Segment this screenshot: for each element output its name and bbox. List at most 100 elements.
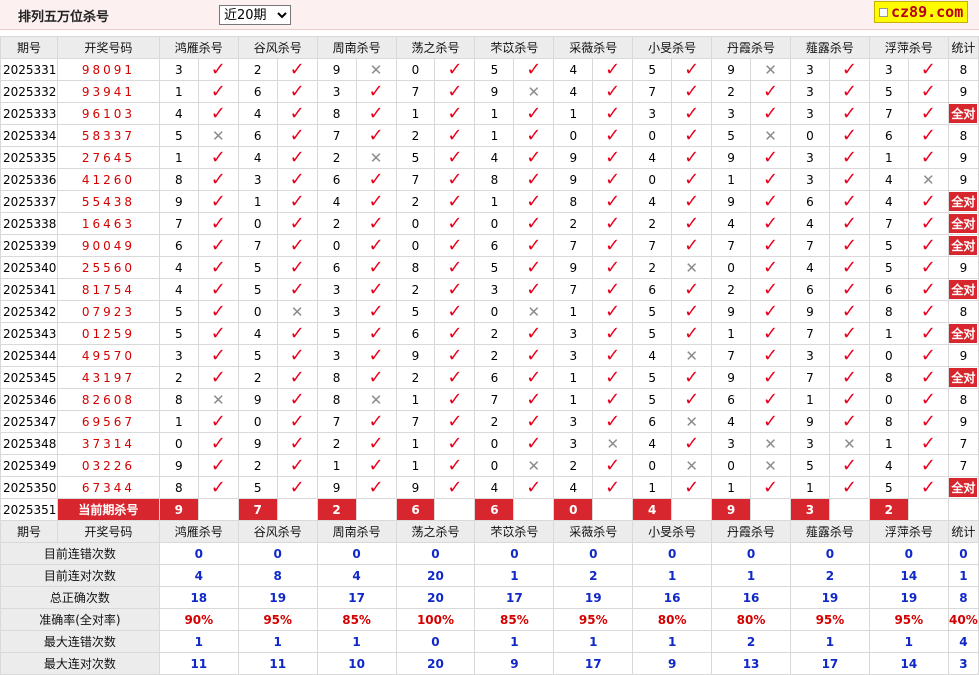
stats-value: 13 bbox=[711, 652, 791, 675]
pick-cell: 7 bbox=[632, 80, 673, 103]
correct-mark-cell: ✓ bbox=[197, 300, 239, 323]
check-icon: ✓ bbox=[605, 366, 621, 388]
cross-icon: ✕ bbox=[211, 126, 225, 145]
stats-value: 1 bbox=[711, 564, 791, 587]
total-count: 9 bbox=[959, 172, 968, 187]
check-icon: ✓ bbox=[447, 300, 463, 322]
correct-mark-cell: ✓ bbox=[828, 58, 870, 81]
stats-value: 95% bbox=[789, 608, 870, 631]
check-icon: ✓ bbox=[447, 234, 463, 256]
check-icon: ✓ bbox=[605, 454, 621, 476]
stats-value: 1 bbox=[316, 630, 397, 653]
pick-cell: 9 bbox=[711, 58, 752, 81]
check-icon: ✓ bbox=[447, 278, 463, 300]
total-count: 8 bbox=[959, 392, 968, 407]
correct-mark-cell: ✓ bbox=[276, 322, 318, 345]
correct-mark-cell: ✓ bbox=[355, 234, 397, 257]
pick-cell: 4 bbox=[553, 476, 594, 499]
pick-cell: 1 bbox=[789, 388, 830, 411]
col-header-expert: 周南杀号 bbox=[316, 36, 397, 59]
table-row: 2025341 81754 4 ✓ 5 ✓ 3 ✓ 2 ✓ 3 ✓ 7 ✓ 6 ✓ 2 ✓ 6 ✓ 6 ✓ 全对 bbox=[0, 278, 979, 301]
pick-cell: 7 bbox=[553, 234, 594, 257]
draw-number-cell: 37314 bbox=[56, 432, 160, 455]
pick-cell: 3 bbox=[789, 58, 830, 81]
pick-cell: 4 bbox=[868, 454, 909, 477]
stats-total: 4 bbox=[947, 630, 979, 653]
check-icon: ✓ bbox=[210, 344, 226, 366]
total-cell: 全对 bbox=[947, 322, 979, 345]
pick-cell: 8 bbox=[553, 190, 594, 213]
check-icon: ✓ bbox=[526, 344, 542, 366]
correct-mark-cell: ✓ bbox=[750, 80, 791, 103]
stats-row: 目前连对次数 4 8 4 20 1 2 1 1 2 14 1 bbox=[0, 564, 979, 587]
pick-cell: 0 bbox=[395, 212, 436, 235]
pick-cell: 6 bbox=[316, 256, 357, 279]
total-cell: 9 bbox=[947, 168, 979, 191]
pick-cell: 5 bbox=[789, 454, 830, 477]
stats-value: 2 bbox=[711, 630, 791, 653]
total-cell: 9 bbox=[947, 256, 979, 279]
correct-mark-cell: ✓ bbox=[671, 476, 713, 499]
pick-cell: 9 bbox=[553, 146, 594, 169]
correct-mark-cell: ✓ bbox=[592, 300, 634, 323]
pick-cell: 5 bbox=[158, 300, 199, 323]
wrong-mark-cell: ✕ bbox=[513, 454, 555, 477]
col-header-expert: 采薇杀号 bbox=[553, 36, 634, 59]
current-pick-cell: 0 bbox=[553, 498, 594, 521]
correct-mark-cell: ✓ bbox=[907, 80, 949, 103]
correct-mark-cell: ✓ bbox=[907, 278, 949, 301]
table-row: 2025333 96103 4 ✓ 4 ✓ 8 ✓ 1 ✓ 1 ✓ 1 ✓ 3 ✓ 3 ✓ 3 ✓ 7 ✓ 全对 bbox=[0, 102, 979, 125]
correct-mark-cell: ✓ bbox=[434, 366, 476, 389]
pick-cell: 4 bbox=[158, 278, 199, 301]
current-blank-cell bbox=[907, 498, 949, 521]
correct-mark-cell: ✓ bbox=[513, 102, 555, 125]
pick-cell: 0 bbox=[711, 454, 752, 477]
pick-cell: 6 bbox=[474, 234, 515, 257]
check-icon: ✓ bbox=[841, 344, 857, 366]
table-row: 2025343 01259 5 ✓ 4 ✓ 5 ✓ 6 ✓ 2 ✓ 3 ✓ 5 ✓ 1 ✓ 7 ✓ 1 ✓ 全对 bbox=[0, 322, 979, 345]
correct-mark-cell: ✓ bbox=[276, 344, 318, 367]
correct-mark-cell: ✓ bbox=[671, 124, 713, 147]
check-icon: ✓ bbox=[526, 168, 542, 190]
stats-value: 1 bbox=[158, 630, 239, 653]
table-row: 2025347 69567 1 ✓ 0 ✓ 7 ✓ 7 ✓ 2 ✓ 3 ✓ 6 ✕ 4 ✓ 9 ✓ 8 ✓ 9 bbox=[0, 410, 979, 433]
current-pick-cell: 3 bbox=[789, 498, 830, 521]
draw-number-cell: 55438 bbox=[56, 190, 160, 213]
draw-number-cell: 27645 bbox=[56, 146, 160, 169]
check-icon: ✓ bbox=[368, 300, 384, 322]
check-icon: ✓ bbox=[605, 212, 621, 234]
all-correct-badge: 全对 bbox=[949, 192, 978, 211]
correct-mark-cell: ✓ bbox=[276, 366, 318, 389]
correct-mark-cell: ✓ bbox=[671, 300, 713, 323]
pick-cell: 7 bbox=[316, 124, 357, 147]
table-row: 2025332 93941 1 ✓ 6 ✓ 3 ✓ 7 ✓ 9 ✕ 4 ✓ 7 ✓ 2 ✓ 3 ✓ 5 ✓ 9 bbox=[0, 80, 979, 103]
range-select[interactable]: 近20期 bbox=[219, 5, 291, 25]
draw-number-cell: 01259 bbox=[56, 322, 160, 345]
total-cell: 9 bbox=[947, 80, 979, 103]
cross-icon: ✕ bbox=[764, 456, 777, 475]
check-icon: ✓ bbox=[210, 322, 226, 344]
check-icon: ✓ bbox=[526, 102, 542, 124]
check-icon: ✓ bbox=[841, 454, 857, 476]
pick-cell: 5 bbox=[474, 256, 515, 279]
pick-cell: 7 bbox=[553, 278, 594, 301]
correct-mark-cell: ✓ bbox=[276, 146, 318, 169]
pick-cell: 9 bbox=[789, 410, 830, 433]
pick-cell: 3 bbox=[316, 300, 357, 323]
pick-cell: 0 bbox=[316, 234, 357, 257]
stats-value: 95% bbox=[553, 608, 634, 631]
current-blank-cell bbox=[513, 498, 555, 521]
stats-row: 目前连错次数 0 0 0 0 0 0 0 0 0 0 0 bbox=[0, 542, 979, 565]
stats-value: 19 bbox=[789, 586, 870, 609]
check-icon: ✓ bbox=[289, 102, 305, 124]
correct-mark-cell: ✓ bbox=[355, 212, 397, 235]
check-icon: ✓ bbox=[762, 278, 779, 300]
pick-cell: 1 bbox=[868, 146, 909, 169]
correct-mark-cell: ✓ bbox=[828, 344, 870, 367]
correct-mark-cell: ✓ bbox=[513, 476, 555, 499]
correct-mark-cell: ✓ bbox=[750, 212, 791, 235]
site-logo[interactable]: cz89.com bbox=[874, 1, 969, 23]
check-icon: ✓ bbox=[210, 256, 226, 278]
check-icon: ✓ bbox=[289, 58, 305, 80]
pick-cell: 4 bbox=[474, 476, 515, 499]
